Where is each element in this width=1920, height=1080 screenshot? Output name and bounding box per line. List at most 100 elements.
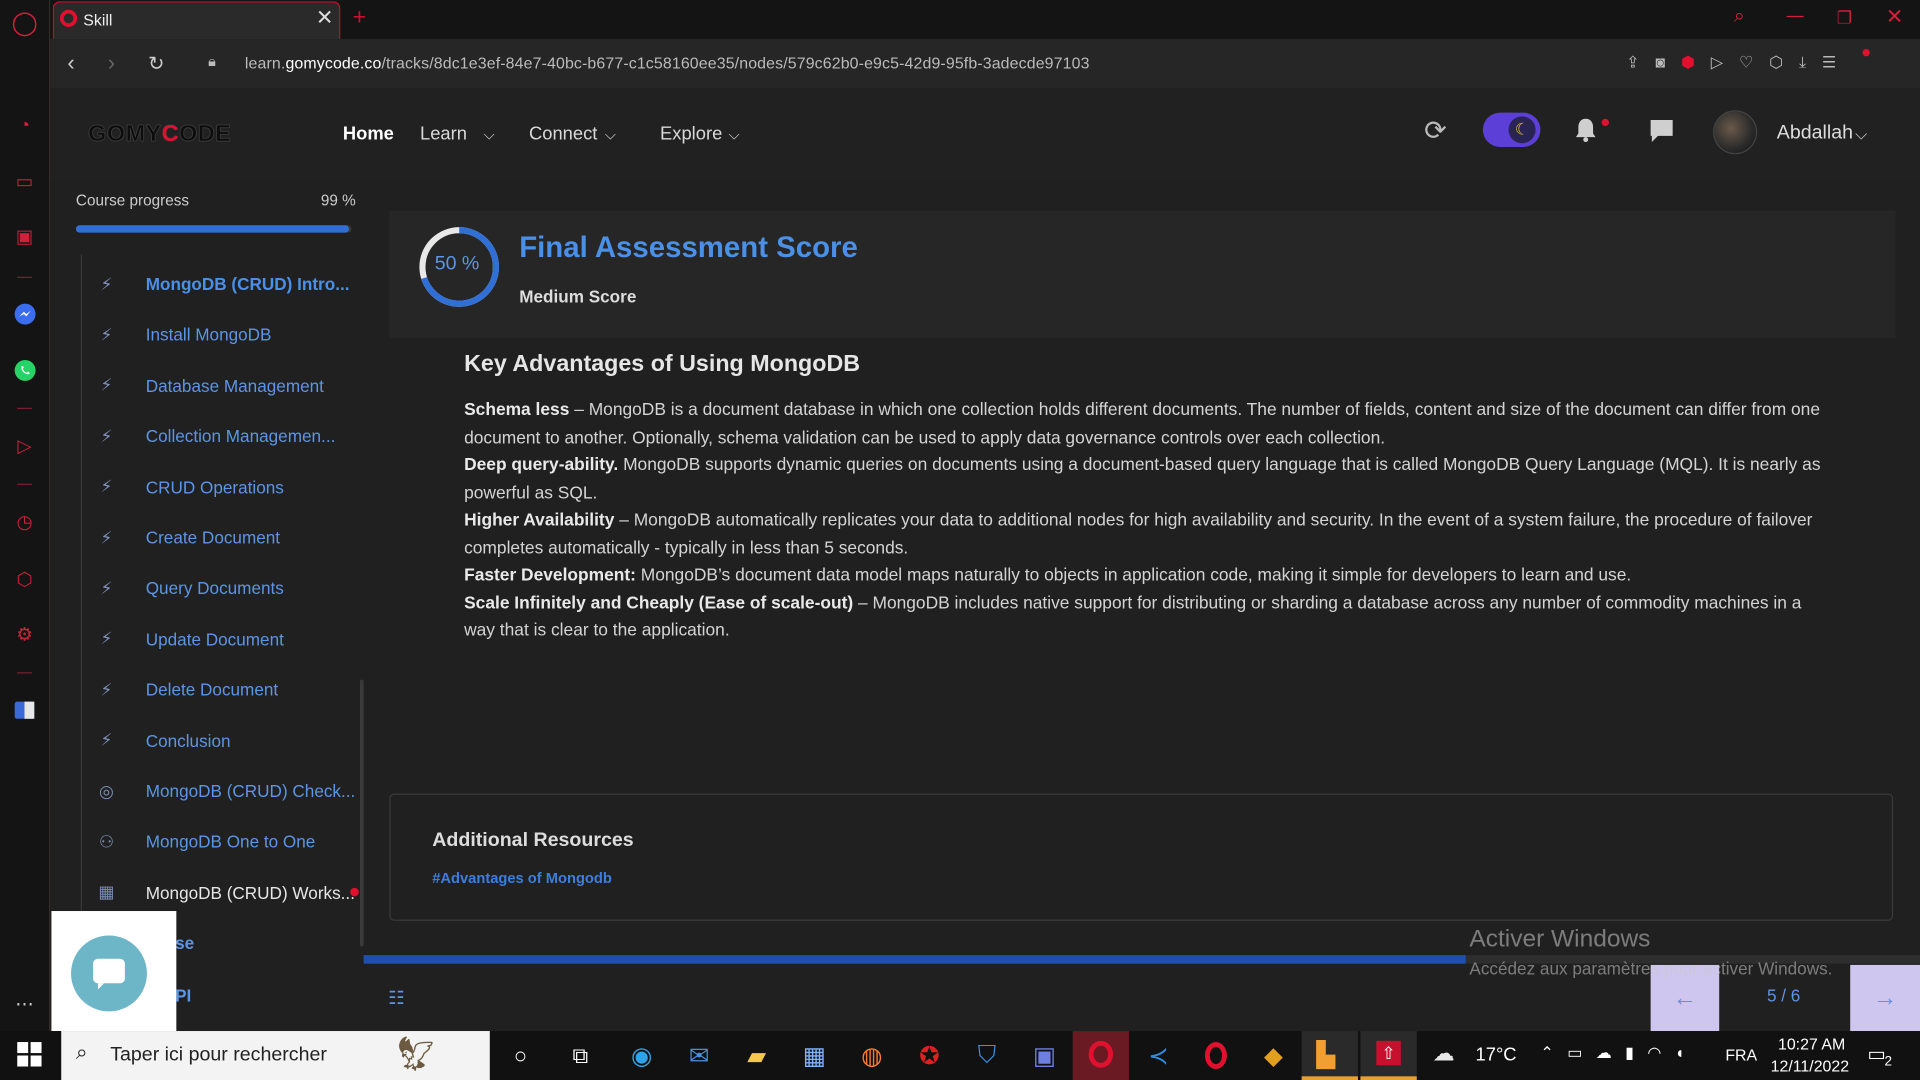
- speed-dial-icon[interactable]: ◔: [12, 113, 36, 137]
- send-icon[interactable]: ▷: [1711, 53, 1739, 71]
- snapshot-icon[interactable]: ◙: [1655, 53, 1681, 71]
- recorder-taskbar-active[interactable]: ⇧: [1360, 1031, 1417, 1080]
- window-close-icon[interactable]: ✕: [1886, 5, 1903, 29]
- vpn-icon[interactable]: ⛉: [969, 1038, 1006, 1072]
- lesson-item[interactable]: ⚡︎ Create Document: [96, 517, 365, 559]
- chat-widget-button[interactable]: [71, 935, 147, 1012]
- close-tab-icon[interactable]: ✕: [316, 6, 333, 30]
- more-icon[interactable]: ⋯: [12, 992, 36, 1016]
- user-name[interactable]: Abdallah: [1777, 122, 1853, 144]
- extensions-icon[interactable]: ⬡: [12, 567, 36, 591]
- lesson-item[interactable]: ⚡︎ CRUD Operations: [96, 466, 365, 508]
- cube-icon[interactable]: ⬡: [1769, 53, 1799, 71]
- connect-chevron-icon[interactable]: ⌵: [605, 126, 616, 144]
- outline-toggle-icon[interactable]: ☷: [388, 987, 404, 1009]
- dark-mode-toggle[interactable]: ☾: [1482, 112, 1541, 147]
- volume-icon[interactable]: ◖: [1675, 1043, 1698, 1061]
- mail-icon[interactable]: ✉: [681, 1038, 718, 1072]
- start-icon[interactable]: [17, 1042, 42, 1073]
- task-view-icon[interactable]: ⧉: [562, 1038, 599, 1072]
- minimize-icon[interactable]: —: [1787, 5, 1804, 25]
- lesson-item[interactable]: ⚡︎ Collection Managemen...: [96, 415, 365, 457]
- taskbar-search[interactable]: ⌕ Taper ici pour rechercher 🦅︎: [61, 1031, 490, 1080]
- partial-lesson-2[interactable]: PI: [175, 986, 191, 1006]
- twitch-icon[interactable]: ▣: [12, 224, 36, 248]
- clock-date[interactable]: 12/11/2022: [1771, 1057, 1850, 1075]
- gomycode-logo[interactable]: GOMYCODE: [88, 121, 231, 148]
- url-prefix: learn.: [244, 53, 286, 73]
- cortana-icon[interactable]: ○: [502, 1038, 539, 1072]
- wifi-icon[interactable]: ◠: [1647, 1043, 1674, 1061]
- lesson-item[interactable]: ◎ MongoDB (CRUD) Check...: [96, 770, 365, 812]
- user-menu-chevron-icon[interactable]: ⌵: [1855, 125, 1867, 145]
- share-icon[interactable]: ⇪: [1626, 53, 1655, 71]
- edge-icon[interactable]: ◉: [623, 1038, 660, 1072]
- nav-home[interactable]: Home: [343, 124, 394, 145]
- teams-icon[interactable]: ▣: [1026, 1038, 1063, 1072]
- antivirus-icon[interactable]: ✪: [911, 1038, 948, 1072]
- vscode-icon[interactable]: ≺: [1140, 1038, 1177, 1072]
- adblock-icon[interactable]: ⬢: [1681, 53, 1711, 71]
- battery-icon[interactable]: ▮: [1625, 1043, 1647, 1061]
- lesson-item[interactable]: ⚡︎ Delete Document: [96, 669, 365, 711]
- next-page-button[interactable]: →: [1850, 964, 1920, 1032]
- url-field[interactable]: learn.gomycode.co/tracks/8dc1e3ef-84e7-4…: [245, 54, 1090, 72]
- reload-icon[interactable]: ↻: [148, 51, 164, 75]
- learn-chevron-icon[interactable]: ⌵: [484, 126, 495, 144]
- heart-icon[interactable]: ♡: [1739, 53, 1769, 71]
- history-icon[interactable]: ◷: [12, 509, 36, 533]
- store-icon[interactable]: ▦: [796, 1038, 833, 1072]
- clock-time[interactable]: 10:27 AM: [1778, 1035, 1845, 1053]
- chat-icon[interactable]: [1648, 118, 1675, 151]
- score-title: Final Assessment Score: [519, 231, 858, 265]
- easy-setup-icon[interactable]: ☰: [1822, 53, 1852, 71]
- forward-icon[interactable]: ›: [108, 50, 115, 76]
- lesson-item[interactable]: ⚡︎ Database Management: [96, 365, 365, 407]
- meet-now-icon[interactable]: ▭: [1567, 1043, 1596, 1061]
- browser-tab[interactable]: Skill ✕: [52, 1, 341, 40]
- lesson-item[interactable]: ⚡︎ Conclusion: [96, 720, 365, 762]
- firefox-icon[interactable]: ◍: [853, 1038, 890, 1072]
- resource-link[interactable]: #Advantages of Mongodb: [432, 869, 612, 886]
- new-tab-icon[interactable]: +: [353, 5, 367, 32]
- translator-icon[interactable]: [12, 698, 36, 722]
- file-explorer-icon[interactable]: ▰: [738, 1038, 775, 1072]
- opera-icon[interactable]: [1198, 1038, 1235, 1072]
- restore-icon[interactable]: ❐: [1837, 7, 1852, 28]
- weather-temperature[interactable]: 17°C: [1476, 1044, 1517, 1065]
- sublime-taskbar-active[interactable]: ▙: [1301, 1031, 1358, 1080]
- sync-icon[interactable]: ⟳: [1424, 115, 1447, 147]
- tray-chevron-icon[interactable]: ⌃: [1540, 1043, 1567, 1061]
- lesson-item[interactable]: ⚡︎ Query Documents: [96, 567, 365, 609]
- lesson-item[interactable]: ▦ MongoDB (CRUD) Works...: [96, 872, 365, 914]
- bell-icon[interactable]: [1572, 116, 1599, 150]
- nav-explore[interactable]: Explore: [660, 124, 722, 145]
- paragraph-lead: Higher Availability: [464, 510, 615, 531]
- nav-learn[interactable]: Learn: [420, 124, 467, 145]
- git-icon[interactable]: ◆: [1255, 1038, 1292, 1072]
- notification-count: 2: [1884, 1054, 1893, 1069]
- lesson-item[interactable]: ⚇ MongoDB One to One: [96, 821, 365, 863]
- avatar[interactable]: [1713, 110, 1758, 155]
- settings-icon[interactable]: ⚙: [12, 622, 36, 646]
- messenger-icon[interactable]: [12, 301, 36, 325]
- workspace-icon[interactable]: ▭: [12, 169, 36, 193]
- opera-taskbar-icon: [1088, 1040, 1114, 1068]
- explore-chevron-icon[interactable]: ⌵: [729, 126, 740, 144]
- lesson-item[interactable]: ⚡︎ MongoDB (CRUD) Intro...: [96, 263, 365, 305]
- player-icon[interactable]: ▷: [12, 433, 36, 457]
- whatsapp-icon[interactable]: [12, 358, 36, 382]
- onedrive-icon[interactable]: ☁︎: [1596, 1043, 1625, 1061]
- weather-icon[interactable]: ☁︎: [1433, 1041, 1455, 1067]
- opera-logo-icon[interactable]: ◯: [11, 10, 37, 36]
- partial-lesson-1[interactable]: se: [175, 933, 194, 953]
- notification-center-icon[interactable]: ▭: [1867, 1042, 1886, 1066]
- lesson-item[interactable]: ⚡︎ Update Document: [96, 618, 365, 660]
- input-language[interactable]: FRA: [1725, 1046, 1757, 1064]
- download-icon[interactable]: ⤓: [1799, 53, 1822, 71]
- lesson-item[interactable]: ⚡︎ Install MongoDB: [96, 314, 365, 356]
- back-icon[interactable]: ‹: [67, 50, 74, 76]
- opera-taskbar-active[interactable]: [1072, 1031, 1129, 1080]
- nav-connect[interactable]: Connect: [529, 124, 597, 145]
- search-tabs-icon[interactable]: ⌕: [1734, 6, 1745, 28]
